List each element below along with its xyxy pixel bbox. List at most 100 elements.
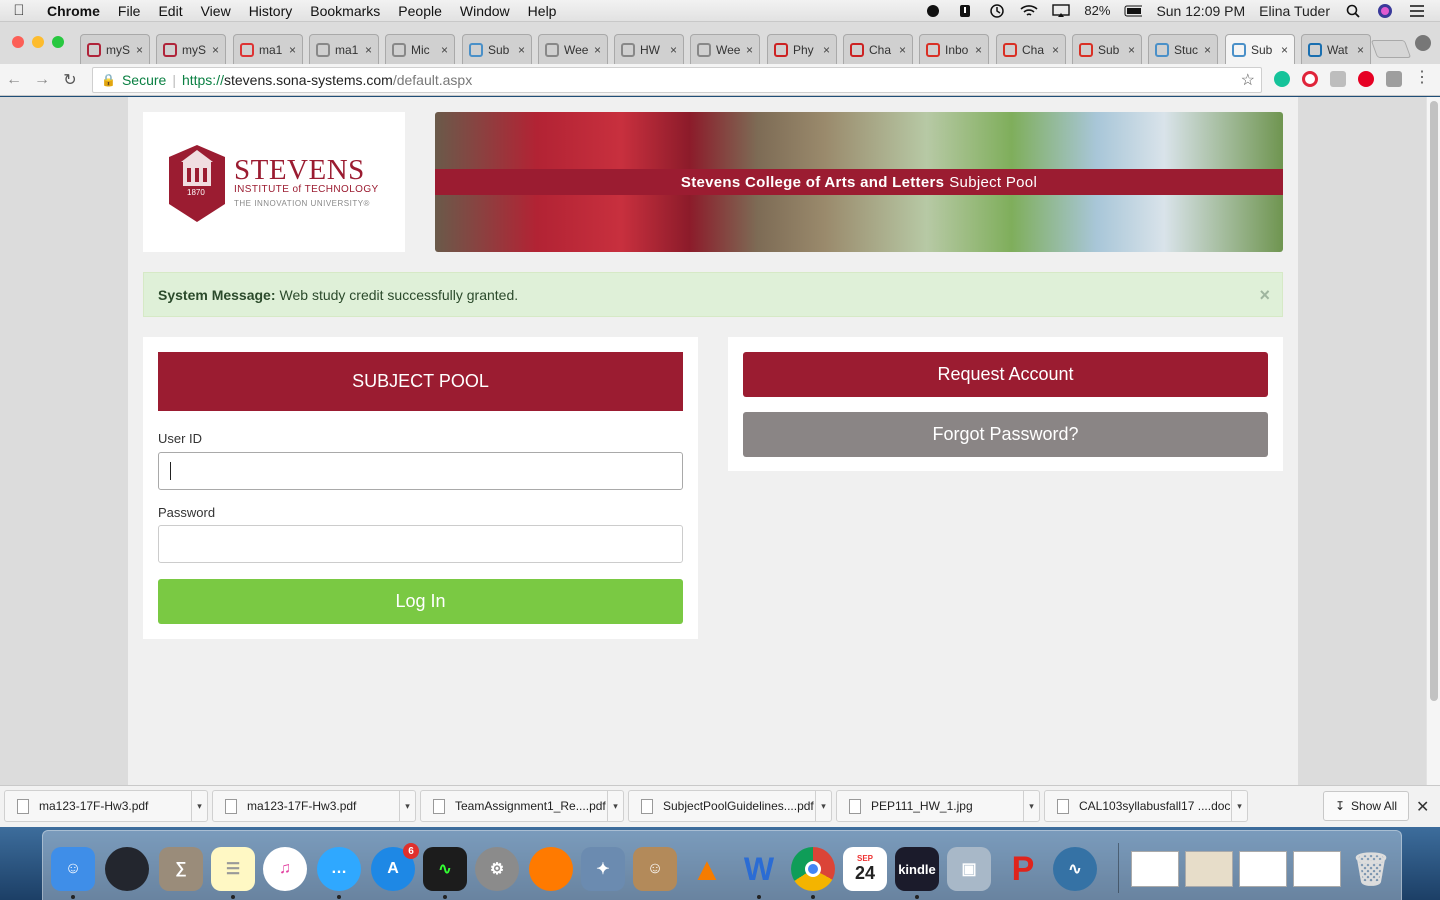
chrome-menu-icon[interactable]: ⋮ <box>1414 67 1430 86</box>
spotlight-search-icon[interactable] <box>1344 4 1362 18</box>
close-icon[interactable]: × <box>1259 285 1270 306</box>
browser-tab[interactable]: Wat × <box>1301 34 1371 64</box>
apple-menu-icon[interactable]:  <box>0 2 38 19</box>
menu-bookmarks[interactable]: Bookmarks <box>301 3 389 19</box>
battery-icon[interactable] <box>1124 4 1143 18</box>
browser-tab[interactable]: Phy × <box>767 34 837 64</box>
browser-tab[interactable]: myS × <box>80 34 150 64</box>
request-account-button[interactable]: Request Account <box>743 352 1268 397</box>
notification-center-icon[interactable] <box>1408 4 1426 18</box>
calendar-icon[interactable]: SEP 24 <box>843 847 887 891</box>
minimized-window-thumbnail[interactable] <box>1293 851 1341 887</box>
maximize-window-button[interactable] <box>52 36 64 48</box>
close-tab-icon[interactable]: × <box>594 43 601 57</box>
itunes-icon[interactable]: ♫ <box>263 847 307 891</box>
user-id-input[interactable] <box>158 452 683 490</box>
page-scrollbar[interactable] <box>1426 97 1440 785</box>
vlc-icon[interactable]: ▲ <box>685 847 729 891</box>
browser-tab[interactable]: Wee × <box>538 34 608 64</box>
menu-edit[interactable]: Edit <box>149 3 191 19</box>
chevron-down-icon[interactable]: ▾ <box>1231 791 1247 821</box>
wifi-icon[interactable] <box>1020 4 1038 18</box>
browser-tab[interactable]: Wee × <box>690 34 760 64</box>
chevron-down-icon[interactable]: ▾ <box>815 791 831 821</box>
close-tab-icon[interactable]: × <box>441 43 448 57</box>
close-tab-icon[interactable]: × <box>289 43 296 57</box>
forward-arrow-icon[interactable]: → <box>28 71 56 89</box>
chevron-down-icon[interactable]: ▾ <box>399 791 415 821</box>
acrobat-icon[interactable]: P <box>1001 847 1045 891</box>
browser-tab[interactable]: myS × <box>156 34 226 64</box>
timer-status-icon[interactable] <box>956 4 974 18</box>
opera-extension-icon[interactable] <box>1302 71 1318 87</box>
browser-tab[interactable]: Cha × <box>996 34 1066 64</box>
close-tab-icon[interactable]: × <box>365 43 372 57</box>
chevron-down-icon[interactable]: ▾ <box>191 791 207 821</box>
download-item[interactable]: ma123-17F-Hw3.pdf ▾ <box>212 790 416 822</box>
browser-tab[interactable]: ma1 × <box>309 34 379 64</box>
preview-icon[interactable]: ✦ <box>581 847 625 891</box>
back-arrow-icon[interactable]: ← <box>0 71 28 89</box>
scrollbar-thumb[interactable] <box>1430 101 1438 701</box>
close-tab-icon[interactable]: × <box>899 43 906 57</box>
browser-tab[interactable]: Mic × <box>385 34 455 64</box>
notes-icon[interactable]: ☰ <box>211 847 255 891</box>
siri-app-icon[interactable] <box>105 847 149 891</box>
download-item[interactable]: SubjectPoolGuidelines....pdf ▾ <box>628 790 832 822</box>
close-tab-icon[interactable]: × <box>1357 43 1364 57</box>
close-tab-icon[interactable]: × <box>1052 43 1059 57</box>
system-preferences-icon[interactable]: ⚙ <box>475 847 519 891</box>
image-capture-icon[interactable]: ▣ <box>947 847 991 891</box>
close-tab-icon[interactable]: × <box>518 43 525 57</box>
grammarly-extension-icon[interactable] <box>1274 71 1290 87</box>
forgot-password-button[interactable]: Forgot Password? <box>743 412 1268 457</box>
menu-help[interactable]: Help <box>519 3 566 19</box>
download-item[interactable]: PEP111_HW_1.jpg ▾ <box>836 790 1040 822</box>
contacts-icon[interactable]: ☺ <box>633 847 677 891</box>
lock-icon[interactable]: 🔒 <box>101 73 116 87</box>
download-item[interactable]: ma123-17F-Hw3.pdf ▾ <box>4 790 208 822</box>
close-tab-icon[interactable]: × <box>212 43 219 57</box>
reload-icon[interactable]: ↻ <box>56 70 84 90</box>
close-tab-icon[interactable]: × <box>136 43 143 57</box>
show-all-downloads-button[interactable]: ↧ Show All <box>1323 791 1409 821</box>
siri-icon[interactable] <box>1376 3 1394 18</box>
close-tab-icon[interactable]: × <box>670 43 677 57</box>
firefox-icon[interactable] <box>529 847 573 891</box>
evernote-status-icon[interactable] <box>924 4 942 18</box>
tab-active[interactable]: Sub × <box>1225 34 1295 64</box>
browser-tab[interactable]: Sub × <box>1072 34 1142 64</box>
menu-history[interactable]: History <box>240 3 302 19</box>
chrome-icon[interactable] <box>791 847 835 891</box>
close-tab-icon[interactable]: × <box>823 43 830 57</box>
close-tab-icon[interactable]: × <box>975 43 982 57</box>
minimized-window-thumbnail[interactable] <box>1239 851 1287 887</box>
app-store-icon[interactable]: A6 <box>371 843 419 891</box>
menubar-user[interactable]: Elina Tuder <box>1259 3 1330 19</box>
bookmark-star-icon[interactable]: ☆ <box>1241 70 1255 90</box>
time-machine-icon[interactable] <box>988 3 1006 18</box>
close-window-button[interactable] <box>12 36 24 48</box>
menu-app-chrome[interactable]: Chrome <box>38 3 109 19</box>
new-tab-button[interactable] <box>1370 40 1412 58</box>
browser-tab[interactable]: HW × <box>614 34 684 64</box>
close-tab-icon[interactable]: × <box>1128 43 1135 57</box>
menu-view[interactable]: View <box>192 3 240 19</box>
menu-people[interactable]: People <box>389 3 451 19</box>
browser-tab[interactable]: Inbo × <box>919 34 989 64</box>
close-shelf-icon[interactable]: ✕ <box>1416 797 1429 817</box>
close-tab-icon[interactable]: × <box>1204 43 1211 57</box>
browser-tab[interactable]: Cha × <box>843 34 913 64</box>
finder-icon[interactable]: ☺ <box>51 847 95 891</box>
airplay-icon[interactable] <box>1052 3 1071 18</box>
close-tab-icon[interactable]: × <box>1281 43 1288 57</box>
messages-icon[interactable]: … <box>317 847 361 891</box>
log-in-button[interactable]: Log In <box>158 579 683 624</box>
address-bar[interactable]: 🔒 Secure | https:// stevens.sona-systems… <box>92 67 1262 93</box>
trash-icon[interactable]: 🗑 <box>1349 847 1393 891</box>
extension-icon[interactable] <box>1330 71 1346 87</box>
password-input[interactable] <box>158 525 683 563</box>
browser-tab[interactable]: ma1 × <box>233 34 303 64</box>
kindle-icon[interactable]: kindle <box>895 847 939 891</box>
pocket-extension-icon[interactable] <box>1386 71 1402 87</box>
